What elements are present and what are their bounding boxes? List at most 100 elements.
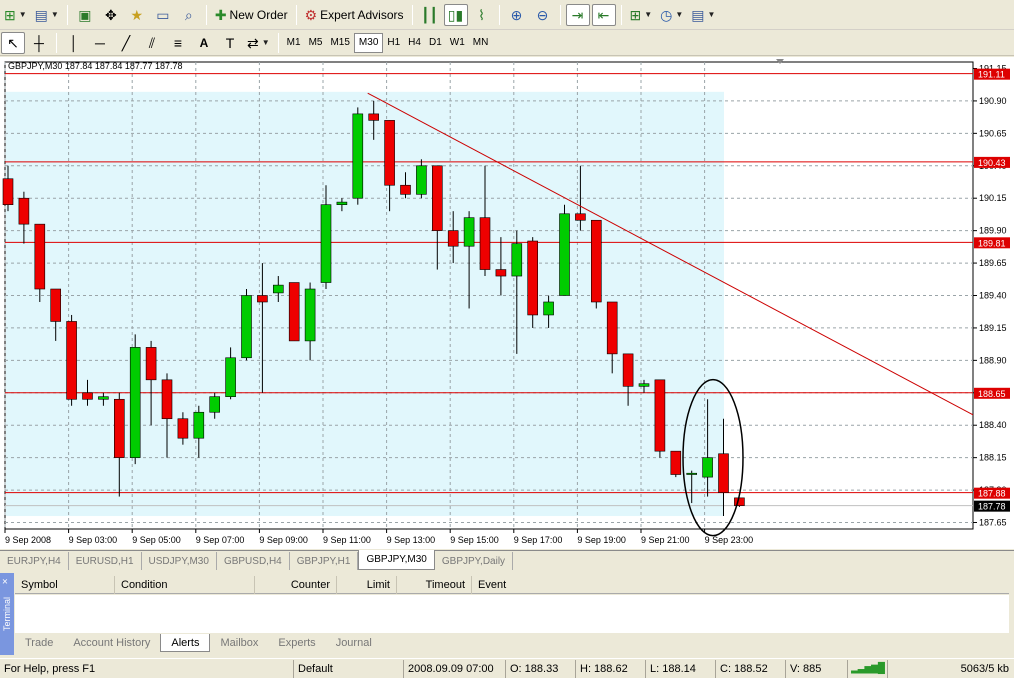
bull-candle: [559, 213, 570, 296]
trendline-button[interactable]: ╱: [114, 32, 138, 54]
timeframe-group: M1 M5 M15 M30 H1 H4 D1 W1 MN: [283, 32, 493, 53]
timeframe-d1-button[interactable]: D1: [425, 33, 446, 53]
crosshair-icon: ✥: [104, 6, 117, 23]
periods-button[interactable]: ◷ ▼: [657, 4, 686, 26]
new-order-button[interactable]: ✚ New Order: [212, 4, 291, 26]
terminal-icon: ▭: [156, 6, 170, 23]
toolbar-separator: [295, 4, 297, 25]
data-window-button[interactable]: ✥: [99, 4, 123, 26]
auto-scroll-button[interactable]: ⇥: [565, 3, 590, 26]
timeframe-h4-button[interactable]: H4: [404, 33, 425, 53]
timeframe-m5-button[interactable]: M5: [305, 33, 327, 53]
equidistant-channel-button[interactable]: ⫽: [140, 32, 164, 54]
zoom-out-button[interactable]: ⊖: [531, 4, 555, 26]
bear-candle: [18, 197, 30, 225]
chart-tab[interactable]: USDJPY,M30: [142, 552, 217, 570]
alerts-table-header: Symbol Condition Counter Limit Timeout E…: [15, 576, 1009, 594]
column-header-counter[interactable]: Counter: [255, 576, 337, 594]
bull-candle: [463, 217, 475, 247]
bear-candle: [66, 321, 77, 400]
time-label: 9 Sep 03:00: [69, 535, 118, 545]
bear-candle: [161, 379, 173, 420]
bull-candle: [336, 201, 348, 205]
crosshair-tool-button[interactable]: ┼: [27, 32, 51, 54]
timeframe-m30-button[interactable]: M30: [353, 32, 384, 53]
bear-candle: [447, 230, 459, 247]
horizontal-line-button[interactable]: ─: [88, 32, 112, 54]
cursor-icon: ↖: [7, 34, 19, 51]
toolbar-separator: [559, 4, 561, 25]
chart-tab[interactable]: EURJPY,H4: [0, 552, 69, 570]
level-price-text: 187.88: [978, 489, 1006, 499]
new-chart-button[interactable]: ⊞ ▼: [1, 4, 30, 26]
templates-button[interactable]: ▤ ▼: [688, 4, 718, 26]
column-header-event[interactable]: Event: [472, 576, 1002, 594]
timeframe-h1-button[interactable]: H1: [383, 33, 404, 53]
market-watch-button[interactable]: ▣: [73, 4, 97, 26]
terminal-tab-mailbox[interactable]: Mailbox: [210, 634, 268, 652]
text-label-button[interactable]: T: [218, 32, 242, 54]
terminal-tab-experts[interactable]: Experts: [268, 634, 325, 652]
time-label: 9 Sep 2008: [5, 535, 51, 545]
chart-shift-button[interactable]: ⇤: [591, 3, 616, 26]
chart-title: GBPJPY,M30 187.84 187.84 187.77 187.78: [8, 61, 183, 71]
column-header-symbol[interactable]: Symbol: [15, 576, 115, 594]
arrows-button[interactable]: ⇄ ▼: [244, 32, 273, 54]
toolbar-separator: [56, 32, 57, 53]
level-price-text: 188.65: [978, 389, 1006, 399]
clock-icon: ◷: [660, 6, 673, 23]
bear-candle: [590, 219, 602, 303]
profiles-button[interactable]: ▤ ▼: [32, 4, 62, 26]
strategy-tester-button[interactable]: ⌕: [177, 4, 201, 26]
alerts-list[interactable]: [15, 595, 1009, 633]
text-tool-icon: A: [199, 35, 209, 50]
status-close: C: 188.52: [716, 659, 786, 678]
column-header-limit[interactable]: Limit: [337, 576, 397, 594]
chart-window[interactable]: 191.15190.90190.65190.40190.15189.90189.…: [0, 57, 1014, 549]
vertical-line-button[interactable]: │: [62, 32, 86, 54]
close-icon[interactable]: ×: [2, 575, 8, 586]
bull-candle: [702, 457, 713, 478]
timeframe-w1-button[interactable]: W1: [446, 33, 469, 53]
column-header-timeout[interactable]: Timeout: [397, 576, 472, 594]
timeframe-m1-button[interactable]: M1: [283, 33, 305, 53]
price-label: 189.15: [979, 323, 1007, 333]
text-button[interactable]: A: [192, 32, 216, 54]
channel-icon: ⫽: [148, 34, 156, 51]
terminal-tab-alerts[interactable]: Alerts: [160, 634, 211, 652]
bear-candle: [527, 240, 539, 316]
bar-chart-button[interactable]: ┃┃: [418, 4, 442, 26]
expert-advisors-button[interactable]: ⚙ Expert Advisors: [302, 4, 407, 26]
bear-candle: [288, 282, 300, 342]
chart-tab[interactable]: EURUSD,H1: [69, 552, 142, 570]
fibonacci-icon: ≡: [173, 34, 183, 51]
price-label: 190.15: [979, 193, 1007, 203]
chart-tab[interactable]: GBPJPY,H1: [290, 552, 359, 570]
column-header-condition[interactable]: Condition: [115, 576, 255, 594]
time-label: 9 Sep 07:00: [196, 535, 245, 545]
terminal-tab-account-history[interactable]: Account History: [63, 634, 160, 652]
terminal-tab-trade[interactable]: Trade: [15, 634, 63, 652]
status-datetime: 2008.09.09 07:00: [404, 659, 506, 678]
chevron-down-icon: ▼: [50, 10, 59, 19]
indicators-button[interactable]: ⊞ ▼: [627, 4, 656, 26]
price-label: 187.65: [979, 518, 1007, 528]
chart-tab[interactable]: GBPJPY,M30: [358, 550, 435, 570]
bull-candle: [543, 301, 554, 316]
zoom-in-button[interactable]: ⊕: [505, 4, 529, 26]
chart-canvas[interactable]: 191.15190.90190.65190.40190.15189.90189.…: [0, 57, 1014, 549]
timeframe-m15-button[interactable]: M15: [326, 33, 353, 53]
chart-tab[interactable]: GBPUSD,H4: [217, 552, 290, 570]
timeframe-mn-button[interactable]: MN: [469, 33, 493, 53]
candlestick-button[interactable]: ▯▮: [443, 3, 468, 26]
terminal-button[interactable]: ▭: [151, 4, 175, 26]
line-chart-button[interactable]: ⌇: [470, 4, 494, 26]
navigator-button[interactable]: ★: [125, 4, 149, 26]
price-label: 188.90: [979, 355, 1007, 365]
cursor-button[interactable]: ↖: [1, 31, 25, 54]
terminal-tab-journal[interactable]: Journal: [326, 634, 382, 652]
fibonacci-button[interactable]: ≡: [166, 32, 190, 54]
level-price-text: 189.81: [978, 238, 1006, 248]
chart-tab[interactable]: GBPJPY,Daily: [435, 552, 514, 570]
expert-advisors-label: Expert Advisors: [320, 7, 404, 22]
